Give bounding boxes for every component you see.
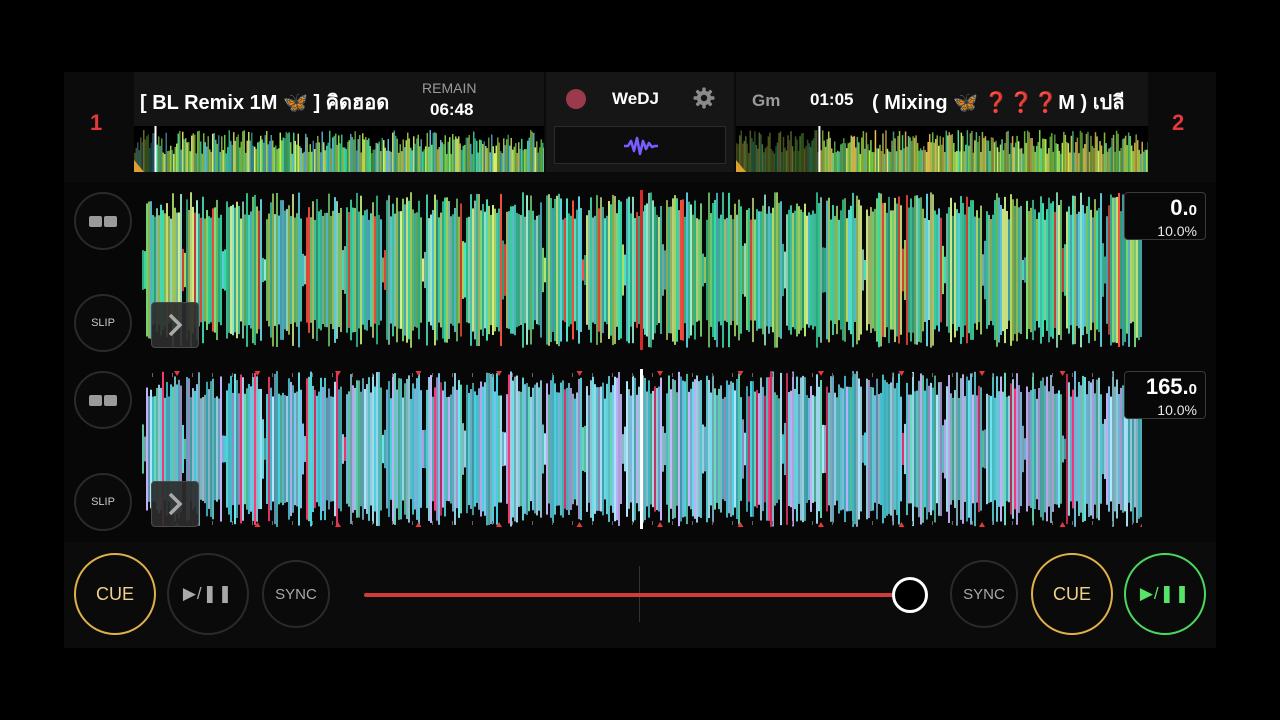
chevron-right-icon	[168, 313, 183, 337]
deck2-waveform[interactable]	[142, 369, 1142, 529]
deck2-pitch: 10.0%	[1157, 402, 1197, 418]
deck1-slip-label: SLIP	[91, 317, 115, 329]
chevron-right-icon	[168, 492, 183, 516]
deck1-play-pause-label: ▶/❚❚	[182, 584, 234, 603]
deck1-waveform[interactable]	[142, 190, 1142, 350]
deck2-bpm-display[interactable]: 165.0 10.0%	[1124, 371, 1206, 419]
deck2-loop-button[interactable]	[74, 371, 132, 429]
deck1-bpm-fraction: 0	[1188, 202, 1197, 219]
deck2-cue-button[interactable]: CUE	[1031, 553, 1113, 635]
loop-icon	[89, 215, 117, 227]
record-icon[interactable]	[566, 89, 586, 109]
deck2-expand-button[interactable]	[151, 481, 199, 527]
deck1-slip-button[interactable]: SLIP	[74, 294, 132, 352]
waveform-area: SLIP 0.0 10.0% SLIP 165.0 10.0%	[64, 182, 1216, 542]
gear-icon[interactable]	[692, 86, 716, 110]
deck1-play-pause-button[interactable]: ▶/❚❚	[167, 553, 249, 635]
deck1-number: 1	[90, 110, 103, 135]
crossfader-knob[interactable]	[892, 577, 929, 613]
deck1-cue-button[interactable]: CUE	[74, 553, 156, 635]
deck1-sync-button[interactable]: SYNC	[262, 560, 330, 628]
deck2-slip-label: SLIP	[91, 496, 115, 508]
deck2-bpm-whole: 165.	[1145, 374, 1189, 399]
deck2-info-panel[interactable]: Gm 01:05 ( Mixing 🦋 ❓❓❓M ) เปลี	[736, 72, 1148, 172]
deck2-track-title: ( Mixing 🦋 ❓❓❓M ) เปลี	[872, 92, 1125, 114]
deck2-slip-button[interactable]: SLIP	[74, 473, 132, 531]
app-brand: WeDJ	[612, 89, 659, 108]
deck2-play-pause-button[interactable]: ▶/❚❚	[1124, 553, 1206, 635]
dj-app: 1 2 [ BL Remix 1M 🦋 ] คิดฮอด REMAIN 06:4…	[64, 72, 1216, 648]
waveform-icon	[624, 136, 658, 156]
deck1-sync-label: SYNC	[275, 585, 317, 603]
deck1-bpm-whole: 0.	[1170, 195, 1189, 220]
waveform-view-button[interactable]	[554, 126, 726, 164]
deck1-overview-waveform[interactable]	[134, 126, 544, 172]
deck2-key: Gm	[752, 91, 781, 110]
crossfader-track[interactable]	[364, 593, 916, 597]
deck1-loop-button[interactable]	[74, 192, 132, 250]
deck1-bpm-display[interactable]: 0.0 10.0%	[1124, 192, 1206, 240]
deck2-sync-label: SYNC	[963, 585, 1005, 603]
deck1-pitch: 10.0%	[1157, 223, 1197, 239]
deck1-remain-time: 06:48	[430, 100, 474, 119]
deck2-overview-waveform[interactable]	[736, 126, 1148, 172]
deck2-elapsed-time: 01:05	[810, 90, 854, 109]
deck1-track-title: [ BL Remix 1M 🦋 ] คิดฮอด	[140, 92, 390, 114]
center-panel: WeDJ	[546, 72, 734, 172]
deck1-info-panel[interactable]: [ BL Remix 1M 🦋 ] คิดฮอด REMAIN 06:48	[134, 72, 544, 172]
deck1-cue-label: CUE	[95, 583, 134, 604]
deck2-bpm-fraction: 0	[1188, 381, 1197, 398]
loop-icon	[89, 394, 117, 406]
deck2-cue-label: CUE	[1052, 583, 1091, 604]
deck2-number: 2	[1172, 110, 1185, 135]
deck1-expand-button[interactable]	[151, 302, 199, 348]
deck2-sync-button[interactable]: SYNC	[950, 560, 1018, 628]
deck2-play-pause-label: ▶/❚❚	[1139, 584, 1191, 603]
deck1-remain-label: REMAIN	[422, 80, 477, 96]
